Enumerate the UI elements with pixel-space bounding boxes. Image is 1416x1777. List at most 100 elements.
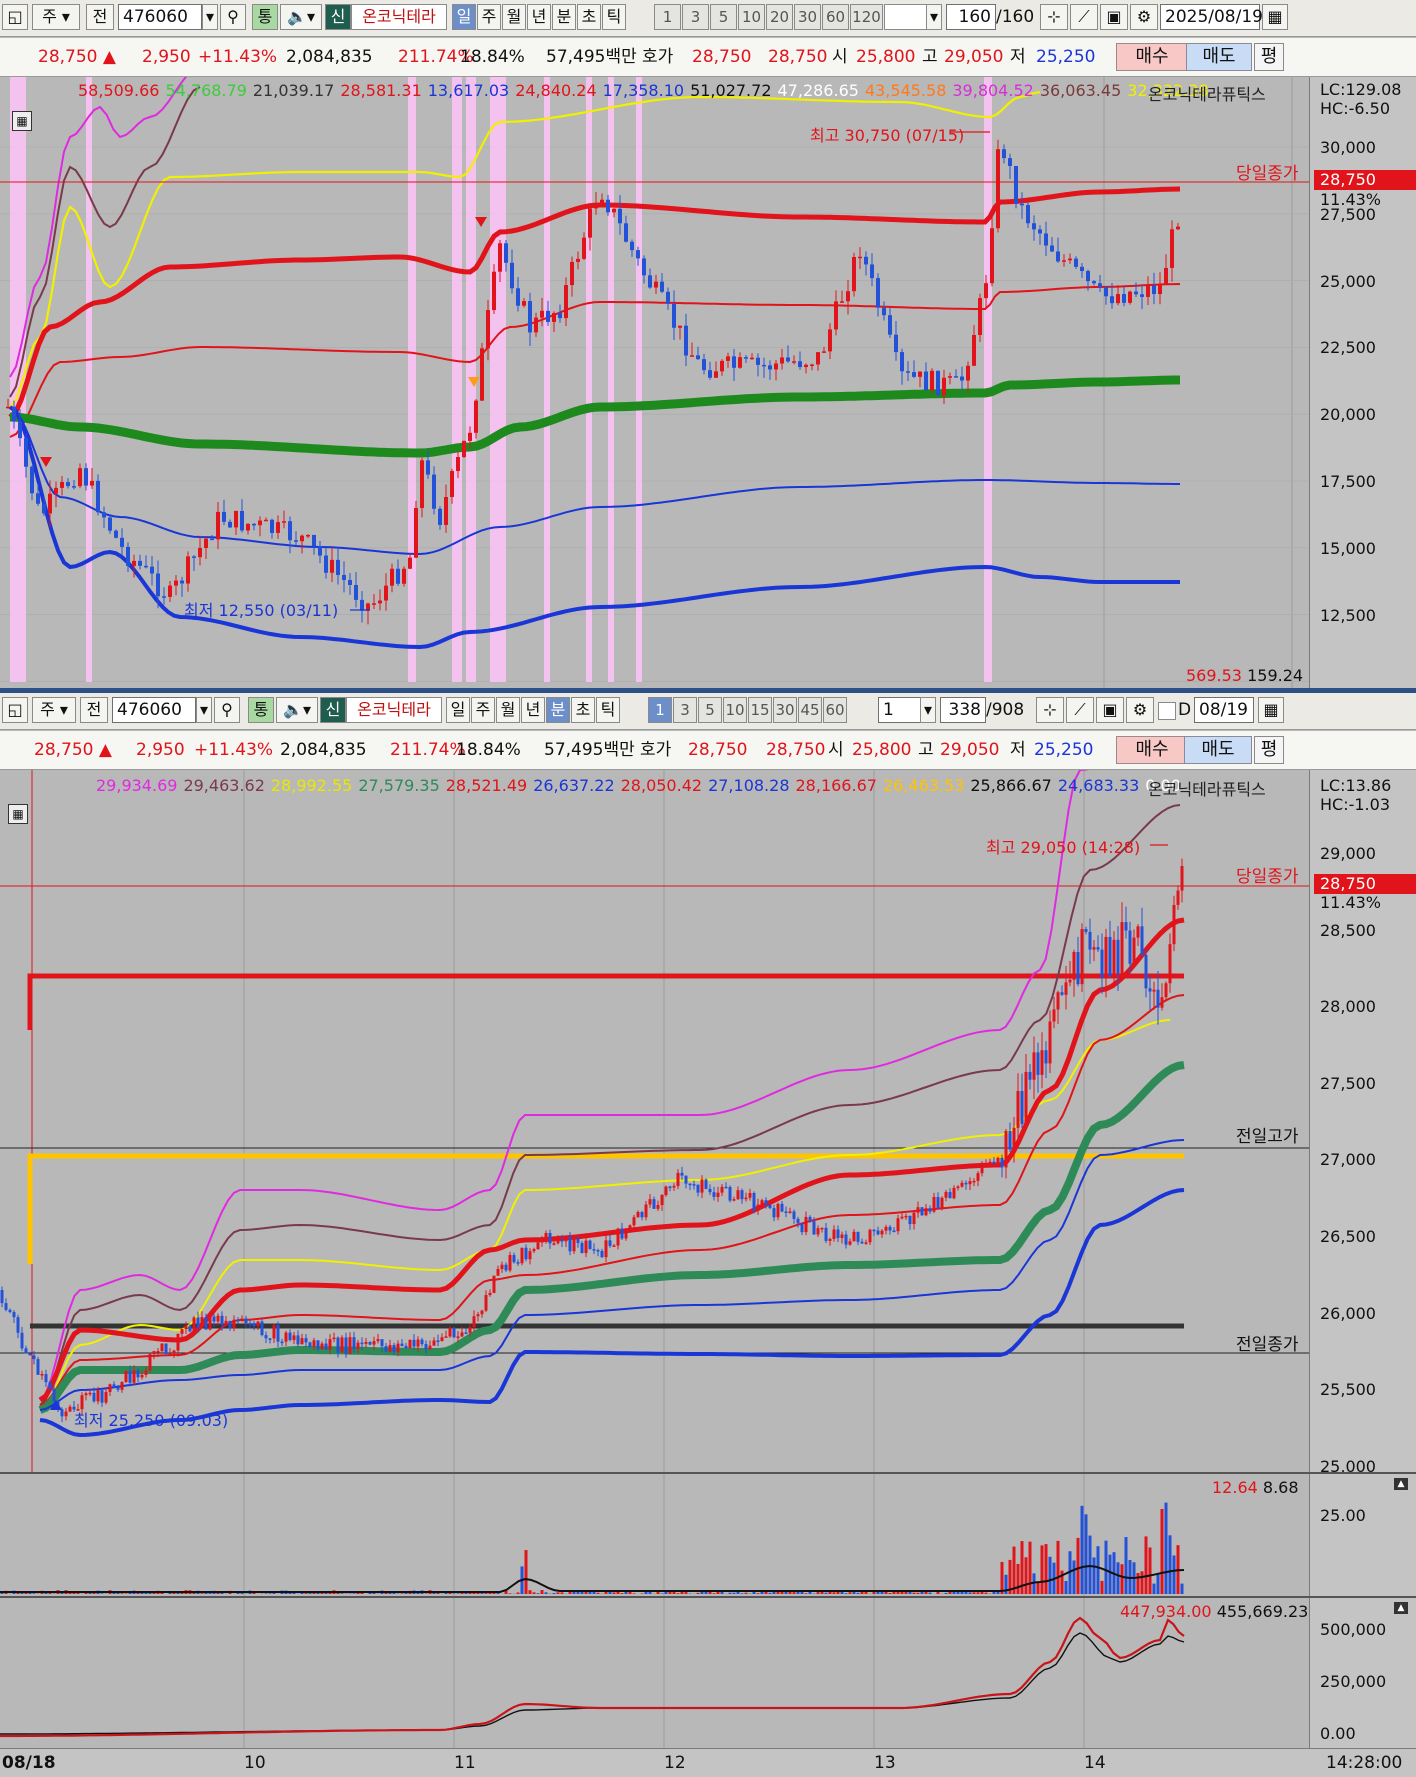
interval-30[interactable]: 30 [794, 4, 821, 30]
gear-icon[interactable]: ⚙ [1130, 4, 1158, 30]
tab-2[interactable]: 월 [496, 697, 520, 723]
calendar-icon[interactable]: ▦ [1258, 697, 1284, 723]
legend-value: 26,463.53 [883, 776, 964, 795]
code-dropdown-icon[interactable]: ▾ [196, 697, 212, 723]
candle-body [462, 441, 466, 457]
prev-button[interactable]: 전 [86, 4, 114, 30]
interval-45[interactable]: 45 [798, 697, 822, 723]
candle-body [1125, 922, 1128, 930]
tab-6[interactable]: 틱 [602, 4, 626, 30]
buy-button[interactable]: 매수 [1116, 43, 1188, 71]
sin-button[interactable]: 신 [325, 4, 351, 30]
interval-30[interactable]: 30 [773, 697, 797, 723]
interval-60[interactable]: 60 [823, 697, 847, 723]
interval-15[interactable]: 15 [748, 697, 772, 723]
minute-chart-panel[interactable]: 29,00028,50028,00027,50027,00026,50026,0… [0, 770, 1416, 1472]
bar-count-input[interactable]: 160 [946, 4, 996, 30]
volume-bar [1093, 1557, 1096, 1594]
candle-body [1176, 227, 1180, 230]
candle-body [101, 1390, 104, 1402]
d-checkbox[interactable] [1158, 702, 1176, 720]
period-code-select[interactable]: 주 ▾ [32, 697, 76, 723]
gear-icon[interactable]: ⚙ [1126, 697, 1154, 723]
blank-select-dropdown-icon[interactable]: ▾ [926, 4, 942, 30]
sound-icon[interactable]: 🔈▾ [280, 4, 322, 30]
interval-3[interactable]: 3 [673, 697, 697, 723]
interval-5[interactable]: 5 [698, 697, 722, 723]
interval-60[interactable]: 60 [822, 4, 849, 30]
tab-2[interactable]: 월 [502, 4, 526, 30]
tab-1[interactable]: 주 [477, 4, 501, 30]
candle-body [708, 370, 712, 378]
search-icon[interactable]: ⚲ [214, 697, 240, 723]
tab-1[interactable]: 주 [471, 697, 495, 723]
volume-panel[interactable]: 25.00 12.64 8.68 ▲ [0, 1472, 1416, 1598]
save-icon[interactable]: ▣ [1096, 697, 1124, 723]
candle-body [489, 1293, 492, 1295]
interval-120[interactable]: 120 [850, 4, 883, 30]
obv-panel[interactable]: 500,000250,0000.00 447,934.00 455,669.23… [0, 1596, 1416, 1750]
interval-input[interactable]: 1 [878, 697, 922, 723]
sound-icon[interactable]: 🔈▾ [276, 697, 318, 723]
interval-10[interactable]: 10 [723, 697, 747, 723]
volume-bar [929, 1593, 932, 1594]
interval-20[interactable]: 20 [766, 4, 793, 30]
interval-5[interactable]: 5 [710, 4, 737, 30]
grid-toggle-icon[interactable]: ▦ [8, 804, 28, 824]
collapse-icon[interactable]: ▲ [1394, 1602, 1408, 1614]
stock-name[interactable]: 온코닉테라 [346, 697, 442, 723]
calendar-icon[interactable]: ▦ [1262, 4, 1288, 30]
layout-icon[interactable]: ◱ [2, 4, 28, 30]
prev-button[interactable]: 전 [80, 697, 108, 723]
candle-body [192, 556, 196, 558]
bar-count-input[interactable]: 338 [940, 697, 986, 723]
tab-0[interactable]: 일 [452, 4, 476, 30]
layout-icon[interactable]: ◱ [2, 697, 28, 723]
volume-bar [973, 1592, 976, 1594]
minute-candle-chart[interactable] [0, 770, 1310, 1472]
interval-1[interactable]: 1 [654, 4, 681, 30]
stock-code-input[interactable]: 476060 [112, 697, 196, 723]
tab-3[interactable]: 년 [527, 4, 551, 30]
tong-button[interactable]: 통 [252, 4, 278, 30]
neutral-button[interactable]: 평 [1254, 736, 1284, 764]
tab-6[interactable]: 틱 [596, 697, 620, 723]
buy-button[interactable]: 매수 [1116, 736, 1188, 764]
sin-button[interactable]: 신 [320, 697, 346, 723]
interval-10[interactable]: 10 [738, 4, 765, 30]
stock-name[interactable]: 온코닉테라 [351, 4, 447, 30]
legend-value: 24,683.33 [1058, 776, 1139, 795]
volume-bar [741, 1593, 744, 1594]
tong-button[interactable]: 통 [248, 697, 274, 723]
trend-tool-icon[interactable]: ⟋ [1070, 4, 1098, 30]
tab-0[interactable]: 일 [446, 697, 470, 723]
sell-button[interactable]: 매도 [1184, 736, 1252, 764]
grid-toggle-icon[interactable]: ▦ [12, 111, 32, 131]
date-input[interactable]: 08/19 [1194, 697, 1254, 723]
save-icon[interactable]: ▣ [1100, 4, 1128, 30]
search-icon[interactable]: ⚲ [220, 4, 246, 30]
tab-4[interactable]: 분 [552, 4, 576, 30]
sell-button[interactable]: 매도 [1186, 43, 1252, 71]
crosshair-icon[interactable]: ⊹ [1040, 4, 1068, 30]
interval-1[interactable]: 1 [648, 697, 672, 723]
interval-3[interactable]: 3 [682, 4, 709, 30]
trend-tool-icon[interactable]: ⟋ [1066, 697, 1094, 723]
tab-4[interactable]: 분 [546, 697, 570, 723]
collapse-icon[interactable]: ▲ [1394, 1478, 1408, 1490]
stock-code-input[interactable]: 476060 [118, 4, 202, 30]
date-input[interactable]: 2025/08/19 [1160, 4, 1260, 30]
code-dropdown-icon[interactable]: ▾ [202, 4, 218, 30]
period-code-select[interactable]: 주 ▾ [32, 4, 80, 30]
pivot-line [30, 976, 1184, 1030]
neutral-button[interactable]: 평 [1254, 43, 1284, 71]
tab-3[interactable]: 년 [521, 697, 545, 723]
tab-5[interactable]: 초 [577, 4, 601, 30]
volume-bar [509, 1593, 512, 1594]
candle-body [78, 468, 82, 486]
crosshair-icon[interactable]: ⊹ [1036, 697, 1064, 723]
daily-chart-panel[interactable]: 30,00027,50025,00022,50020,00017,50015,0… [0, 77, 1416, 688]
tab-5[interactable]: 초 [571, 697, 595, 723]
volume-bar [1161, 1509, 1164, 1594]
interval-dropdown-icon[interactable]: ▾ [920, 697, 936, 723]
